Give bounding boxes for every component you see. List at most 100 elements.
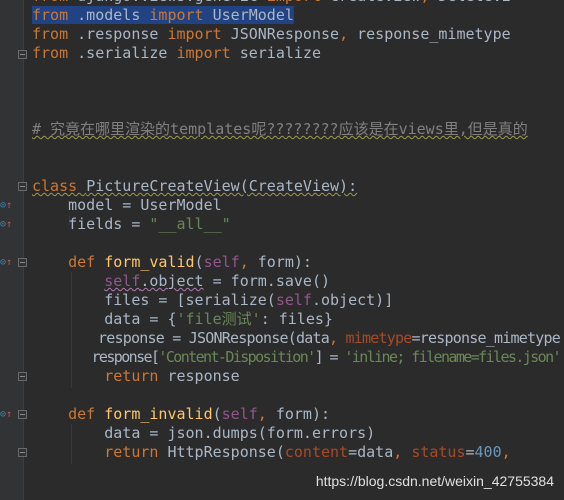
code-token: "__all__" (149, 215, 231, 233)
code-token: , (501, 443, 520, 461)
code-token: import (176, 44, 240, 62)
code-line[interactable]: data = {'file测试': files} (32, 310, 560, 329)
code-token: from (32, 0, 77, 5)
code-token: # 究竟在哪里渲染的templates呢????????应该是在views里,但… (32, 120, 528, 138)
code-token: , (339, 25, 358, 43)
code-line[interactable] (32, 101, 560, 120)
code-token: from (32, 6, 78, 24)
code-token: HttpResponse( (167, 443, 285, 461)
fold-start-icon[interactable] (18, 182, 27, 191)
code-token: = (465, 443, 475, 461)
code-token: content (284, 443, 349, 461)
code-line[interactable]: files = [serialize(self.object)] (32, 291, 560, 310)
code-token: response[ (32, 348, 160, 366)
code-token: fields = (32, 215, 150, 233)
code-token: =data (348, 443, 394, 461)
code-token: ] = (314, 348, 345, 366)
code-token: 400 (474, 443, 502, 461)
code-token: 'file测试' (176, 310, 261, 328)
code-token: = form.save() (203, 272, 331, 290)
override-marker-icon[interactable]: ⊙↑ (0, 410, 12, 420)
code-token: JSONResponse (230, 25, 340, 43)
code-token: , (420, 0, 438, 5)
code-token: form): (275, 405, 331, 423)
code-token: import (149, 6, 213, 24)
code-token: self (275, 291, 312, 309)
code-line[interactable]: from .response import JSONResponse, resp… (32, 25, 560, 44)
code-token: .serialize (77, 44, 177, 62)
code-token: .response (77, 25, 168, 43)
code-token: from (32, 25, 78, 43)
code-token: django.views.generic (77, 0, 267, 5)
code-token: UserModel (212, 6, 294, 24)
code-line[interactable] (32, 82, 560, 101)
code-token: import (267, 0, 330, 5)
code-token: status (411, 443, 466, 461)
code-token: , (257, 405, 276, 423)
code-editor[interactable]: from django.views.generic import CreateV… (32, 0, 562, 462)
code-token: from (32, 44, 78, 62)
code-token: .object (140, 272, 204, 290)
override-marker-icon[interactable]: ⊙↑ (0, 201, 12, 211)
code-token: 'Content-Disposition' (158, 348, 316, 366)
fold-end-icon[interactable] (18, 448, 27, 457)
code-token: , (393, 443, 412, 461)
fold-end-icon[interactable] (18, 50, 27, 59)
code-token: =response_mimetype (411, 329, 561, 347)
watermark: https://blog.csdn.net/weixin_42755384 (315, 473, 554, 489)
override-marker-icon[interactable]: ⊙↑ (0, 258, 12, 268)
code-line[interactable]: model = UserModel (32, 196, 560, 215)
code-token: .object)] (311, 291, 394, 309)
override-marker-icon[interactable]: ⊙↑ (0, 220, 12, 230)
code-line[interactable]: from .serialize import serialize (32, 44, 560, 63)
code-line[interactable]: self.object = form.save() (32, 272, 560, 291)
code-line[interactable] (32, 386, 560, 405)
editor-gutter (0, 0, 24, 500)
code-token: response = JSONResponse(data (32, 329, 330, 347)
code-line[interactable]: def form_invalid(self, form): (32, 405, 560, 424)
code-token: class (32, 177, 87, 195)
code-token: ( (194, 253, 204, 271)
code-line[interactable]: fields = "__all__" (32, 215, 560, 234)
code-line[interactable] (32, 63, 560, 82)
code-line[interactable] (32, 158, 560, 177)
code-token: data = json.dumps(form.errors) (32, 424, 376, 442)
fold-start-icon[interactable] (18, 410, 27, 419)
code-token: model = UserModel (32, 196, 222, 214)
code-token: data = { (32, 310, 177, 328)
code-token: , (239, 253, 258, 271)
code-line[interactable]: from .models import UserModel (32, 6, 560, 25)
code-token: form): (257, 253, 312, 271)
code-line[interactable] (32, 234, 560, 253)
code-line[interactable]: # 究竟在哪里渲染的templates呢????????应该是在views里,但… (32, 120, 560, 139)
code-line[interactable] (32, 139, 560, 158)
code-token: : files} (260, 310, 333, 328)
code-token: def (68, 253, 105, 271)
code-token: response (167, 367, 240, 385)
code-token: CreateView (330, 0, 420, 5)
fold-start-icon[interactable] (18, 258, 27, 267)
code-line[interactable]: def form_valid(self, form): (32, 253, 560, 272)
code-line[interactable]: class PictureCreateView(CreateView): (32, 177, 560, 196)
code-line[interactable]: return HttpResponse(content=data, status… (32, 443, 560, 462)
code-token: PictureCreateView(CreateView): (86, 177, 358, 195)
code-token: response_mimetype (357, 25, 511, 43)
code-line[interactable]: data = json.dumps(form.errors) (32, 424, 560, 443)
code-line[interactable]: response = JSONResponse(data, mimetype=r… (32, 329, 561, 348)
code-token: mimetype (345, 329, 413, 347)
code-token: DeleteVi (438, 0, 510, 5)
code-token: self (104, 272, 141, 290)
code-token: , (329, 329, 346, 347)
fold-end-icon[interactable] (18, 372, 27, 381)
code-token: 'inline; filename=files.json' (344, 348, 561, 366)
code-token: import (167, 25, 231, 43)
code-token: def (68, 405, 105, 423)
code-token: form_invalid (104, 405, 213, 423)
code-token: self (203, 253, 240, 271)
code-line[interactable]: response['Content-Disposition'] = 'inlin… (32, 348, 561, 367)
code-line[interactable]: return response (32, 367, 560, 386)
code-token: serialize (239, 44, 321, 62)
